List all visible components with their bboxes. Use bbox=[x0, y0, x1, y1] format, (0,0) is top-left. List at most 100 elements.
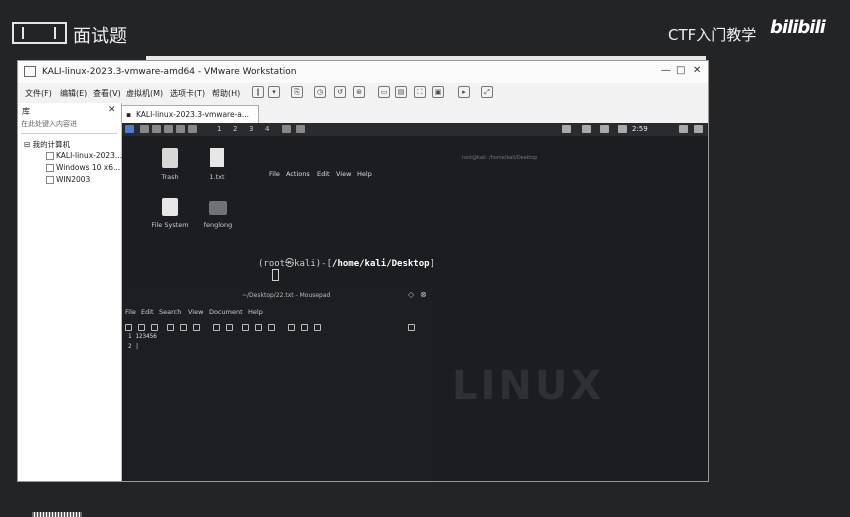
recent-file-icon[interactable] bbox=[151, 324, 158, 331]
snapshot-icon[interactable]: ◷ bbox=[314, 86, 326, 98]
menu-bar: 文件(F) 编辑(E) 查看(V) 虚拟机(M) 选项卡(T) 帮助(H) ‖ … bbox=[18, 83, 708, 103]
menu-file[interactable]: 文件(F) bbox=[25, 88, 52, 99]
tree-root-my-computer[interactable]: ⊟ 我的计算机 bbox=[24, 139, 70, 150]
video-frame-icon bbox=[12, 22, 67, 44]
maximize-button[interactable]: □ bbox=[676, 65, 685, 76]
volume-icon[interactable] bbox=[618, 125, 627, 133]
terminal-menu-file[interactable]: File bbox=[269, 170, 280, 178]
library-scroll-handle[interactable] bbox=[32, 512, 82, 517]
mousepad-window: ~/Desktop/22.txt - Mousepad ◇ ⊗ File Edi… bbox=[122, 288, 432, 481]
terminal-menu-help[interactable]: Help bbox=[357, 170, 372, 178]
paste-icon[interactable] bbox=[268, 324, 275, 331]
terminal-menu-actions[interactable]: Actions bbox=[286, 170, 310, 178]
terminal-menu-edit[interactable]: Edit bbox=[317, 170, 330, 178]
unity-icon[interactable]: ▣ bbox=[432, 86, 444, 98]
tree-item-win2003[interactable]: WIN2003 bbox=[46, 175, 90, 184]
taskbar-terminal-icon[interactable] bbox=[282, 125, 291, 133]
pause-icon[interactable]: ‖ bbox=[252, 86, 264, 98]
goto-icon[interactable] bbox=[314, 324, 321, 331]
overlay-title: 面试题 bbox=[73, 26, 127, 47]
tree-item-kali[interactable]: KALI-linux-2023... bbox=[46, 151, 122, 160]
terminal-icon[interactable] bbox=[164, 125, 173, 133]
cut-icon[interactable] bbox=[242, 324, 249, 331]
tree-item-windows10[interactable]: Windows 10 x6... bbox=[46, 163, 120, 172]
undo-icon[interactable] bbox=[213, 324, 220, 331]
network-icon[interactable] bbox=[600, 125, 609, 133]
mp-menu-file[interactable]: File bbox=[125, 308, 136, 316]
notification-icon[interactable] bbox=[582, 125, 591, 133]
mp-menu-search[interactable]: Search bbox=[159, 308, 181, 316]
stretch-icon[interactable]: ⤢ bbox=[481, 86, 493, 98]
expand-icon[interactable]: ⊟ bbox=[24, 140, 33, 149]
close-button[interactable]: ✕ bbox=[693, 65, 701, 76]
workspace-3[interactable]: 3 bbox=[249, 125, 253, 133]
open-file-icon[interactable] bbox=[138, 324, 145, 331]
browser-icon[interactable] bbox=[176, 125, 185, 133]
fullscreen-icon[interactable]: ⛶ bbox=[414, 86, 426, 98]
menu-vm[interactable]: 虚拟机(M) bbox=[126, 88, 163, 99]
workspace-1[interactable]: 1 bbox=[217, 125, 221, 133]
terminal-menu: File Actions Edit View Help bbox=[269, 170, 389, 180]
terminal-menu-view[interactable]: View bbox=[336, 170, 351, 178]
panel-clock: 2:59 bbox=[632, 125, 648, 133]
fullscreen-toggle-icon[interactable] bbox=[408, 324, 415, 331]
kali-top-panel: 1 2 3 4 2:59 bbox=[122, 123, 708, 136]
save-icon[interactable] bbox=[167, 324, 174, 331]
kali-wallpaper-text: LINUX bbox=[452, 363, 605, 409]
library-panel: 库 ✕ 在此处键入内容进 ⊟ 我的计算机 KALI-linux-2023... … bbox=[18, 103, 122, 517]
trash-icon[interactable] bbox=[162, 148, 178, 168]
menu-edit[interactable]: 编辑(E) bbox=[60, 88, 87, 99]
file-icon[interactable] bbox=[210, 148, 224, 167]
vmware-window: KALI-linux-2023.3-vmware-amd64 - VMware … bbox=[17, 60, 709, 517]
send-keys-icon[interactable]: ⎘ bbox=[291, 86, 303, 98]
snapshot-manager-icon[interactable]: ⊛ bbox=[353, 86, 365, 98]
editor-line-2[interactable]: 2 | bbox=[128, 343, 139, 350]
show-desktop-icon[interactable] bbox=[140, 125, 149, 133]
taskbar-mousepad-icon[interactable] bbox=[296, 125, 305, 133]
terminal-title: root@kali: /home/kali/Desktop bbox=[462, 155, 538, 161]
menu-help[interactable]: 帮助(H) bbox=[212, 88, 240, 99]
find-replace-icon[interactable] bbox=[301, 324, 308, 331]
editor-line-1[interactable]: 1 123456 bbox=[128, 333, 157, 340]
thumbnail-icon[interactable]: ▤ bbox=[395, 86, 407, 98]
copy-icon[interactable] bbox=[255, 324, 262, 331]
file-manager-icon[interactable] bbox=[152, 125, 161, 133]
reload-icon[interactable] bbox=[180, 324, 187, 331]
drive-icon[interactable] bbox=[162, 198, 178, 216]
mousepad-menu: File Edit Search View Document Help bbox=[122, 288, 432, 318]
power-dropdown-icon[interactable]: ▾ bbox=[268, 86, 280, 98]
library-close-icon[interactable]: ✕ bbox=[108, 105, 116, 115]
workspace-4[interactable]: 4 bbox=[265, 125, 269, 133]
new-file-icon[interactable] bbox=[125, 324, 132, 331]
folder-icon[interactable] bbox=[209, 201, 227, 215]
workspace-2[interactable]: 2 bbox=[233, 125, 237, 133]
mp-menu-help[interactable]: Help bbox=[248, 308, 263, 316]
guest-display[interactable]: LINUX 1 2 3 4 2:59 Trash 1.txt File Syst… bbox=[122, 123, 708, 481]
filesystem-label: File System bbox=[151, 221, 189, 229]
vm-icon bbox=[46, 164, 54, 172]
vm-tab[interactable]: ▪ KALI-linux-2023.3-vmware-a... bbox=[121, 105, 259, 124]
mp-menu-document[interactable]: Document bbox=[209, 308, 243, 316]
app-dropdown-icon[interactable] bbox=[188, 125, 197, 133]
bilibili-logo: bilibili bbox=[770, 17, 826, 38]
menu-view[interactable]: 查看(V) bbox=[93, 88, 121, 99]
close-doc-icon[interactable] bbox=[193, 324, 200, 331]
console-view-icon[interactable]: ▸ bbox=[458, 86, 470, 98]
terminal-prompt[interactable]: (root㉿kali)-[/home/kali/Desktop] bbox=[258, 256, 435, 269]
screen-icon[interactable] bbox=[562, 125, 571, 133]
redo-icon[interactable] bbox=[226, 324, 233, 331]
trash-label: Trash bbox=[161, 173, 179, 181]
mp-menu-edit[interactable]: Edit bbox=[141, 308, 154, 316]
folder-label: fenglong bbox=[203, 221, 233, 229]
kali-menu-icon[interactable] bbox=[125, 125, 134, 133]
mp-menu-view[interactable]: View bbox=[188, 308, 203, 316]
find-icon[interactable] bbox=[288, 324, 295, 331]
power-icon[interactable] bbox=[694, 125, 703, 133]
lock-icon[interactable] bbox=[679, 125, 688, 133]
minimize-button[interactable]: — bbox=[661, 65, 671, 76]
title-bar: KALI-linux-2023.3-vmware-amd64 - VMware … bbox=[18, 61, 708, 83]
library-search-input[interactable]: 在此处键入内容进 bbox=[21, 119, 117, 134]
menu-tabs[interactable]: 选项卡(T) bbox=[170, 88, 205, 99]
revert-snapshot-icon[interactable]: ↺ bbox=[334, 86, 346, 98]
show-library-icon[interactable]: ▭ bbox=[378, 86, 390, 98]
